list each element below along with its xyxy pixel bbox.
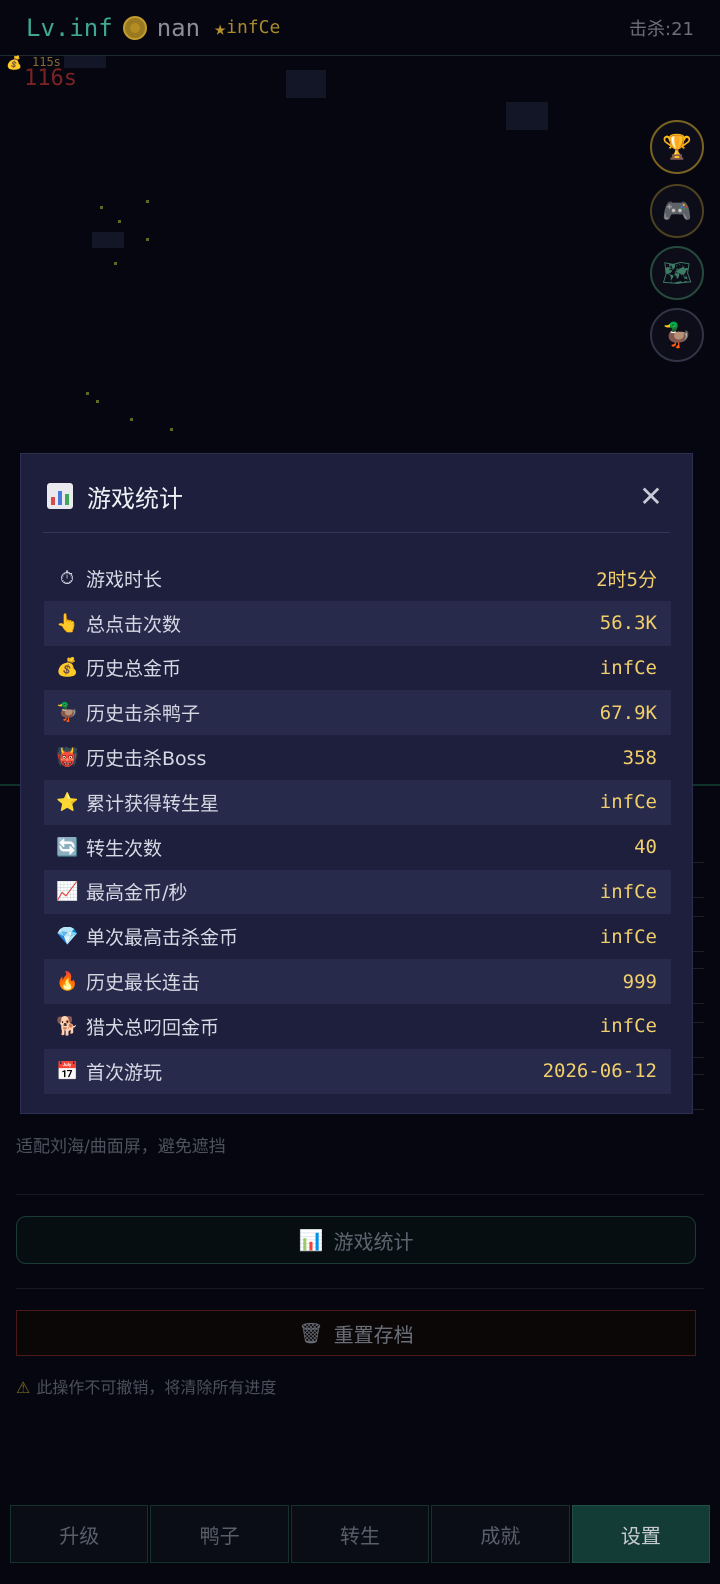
stat-row-longest-combo: 🔥 历史最长连击 999 — [44, 959, 671, 1004]
pointer-icon: 👆 — [56, 612, 79, 634]
stat-label: 累计获得转生星 — [86, 792, 220, 815]
stat-label: 最高金币/秒 — [86, 882, 188, 905]
stat-label: 历史总金币 — [86, 658, 182, 681]
reset-warning-text: 此操作不可撤销，将清除所有进度 — [36, 1378, 277, 1397]
stat-label: 单次最高击杀金币 — [86, 927, 239, 950]
stat-label: 游戏时长 — [86, 568, 163, 591]
stat-value: infCe — [599, 880, 657, 903]
stat-row-first-played: 📅 首次游玩 2026-06-12 — [44, 1048, 671, 1094]
stat-label: 历史最长连击 — [86, 972, 201, 995]
reset-save-button[interactable]: 🗑 重置存档 — [16, 1310, 696, 1356]
fire-icon: 🔥 — [56, 971, 79, 993]
stats-list: ⏱ 游戏时长 2时5分 👆 总点击次数 56.3K 💰 历史总金币 infCe … — [44, 556, 671, 1094]
reset-warning: ⚠ 此操作不可撤销，将清除所有进度 — [16, 1374, 276, 1398]
stat-value: infCe — [599, 925, 657, 948]
separator — [16, 1194, 704, 1195]
tab-ducks[interactable]: 鸭子 — [150, 1505, 289, 1563]
game-stats-button[interactable]: 📊 游戏统计 — [16, 1216, 696, 1264]
duck-icon: 🦆 — [56, 702, 79, 724]
stat-value: infCe — [599, 1015, 657, 1038]
cloud — [506, 102, 548, 130]
stat-value: 56.3K — [599, 612, 657, 635]
money-bag-icon: 💰 — [6, 56, 23, 71]
chart-icon: 📊 — [298, 1228, 324, 1252]
modal-divider — [43, 532, 670, 533]
stat-value: 999 — [622, 970, 657, 993]
stat-row-total-gold: 💰 历史总金币 infCe — [44, 646, 671, 691]
chart-up-icon: 📈 — [56, 881, 79, 903]
notch-hint: 适配刘海/曲面屏，避免遮挡 — [16, 1137, 226, 1157]
stat-row-max-gold-per-second: 📈 最高金币/秒 infCe — [44, 869, 671, 915]
stat-row-play-time: ⏱ 游戏时长 2时5分 — [44, 556, 671, 601]
stopwatch-icon: ⏱ — [59, 567, 75, 589]
stat-label: 猎犬总叼回金币 — [86, 1016, 220, 1039]
stat-value: 67.9K — [599, 701, 657, 724]
tab-upgrade[interactable]: 升级 — [10, 1505, 149, 1563]
gps-big-label: 116s — [24, 66, 77, 91]
stat-value: 2时5分 — [596, 568, 657, 591]
sparkle — [96, 400, 99, 403]
sparkle — [146, 200, 149, 203]
stat-value: 40 — [634, 836, 657, 859]
stat-row-rebirth-stars: ⭐ 累计获得转生星 infCe — [44, 779, 671, 825]
top-hud: Lv.inf nan ★ infCe 击杀:21 — [0, 0, 720, 56]
map-icon[interactable]: 🗺 — [650, 246, 704, 300]
stat-label: 总点击次数 — [86, 613, 182, 636]
gem-icon: 💎 — [56, 926, 79, 948]
cloud — [92, 232, 124, 248]
modal-header: 游戏统计 ✕ — [47, 478, 666, 514]
bar-chart-icon — [47, 483, 73, 509]
sparkle — [130, 418, 133, 421]
star-icon: ★ — [214, 15, 227, 40]
stat-row-ducks-killed: 🦆 历史击杀鸭子 67.9K — [44, 690, 671, 736]
ogre-icon: 👹 — [56, 747, 79, 769]
trophy-icon[interactable]: 🏆 — [650, 120, 704, 174]
sparkle — [170, 428, 173, 431]
dog-icon: 🐕 — [56, 1015, 79, 1037]
refresh-icon: 🔄 — [56, 836, 79, 858]
sparkle — [114, 262, 117, 265]
stat-value: infCe — [599, 791, 657, 814]
stat-value: 2026-06-12 — [542, 1060, 657, 1083]
sparkle — [86, 392, 89, 395]
star-icon: ⭐ — [56, 791, 79, 813]
tab-achievements[interactable]: 成就 — [431, 1505, 570, 1563]
cloud — [286, 70, 326, 98]
stat-row-hound-gold: 🐕 猎犬总叼回金币 infCe — [44, 1004, 671, 1049]
game-stats-modal: 游戏统计 ✕ ⏱ 游戏时长 2时5分 👆 总点击次数 56.3K 💰 历史总金币… — [20, 453, 693, 1114]
stat-value: 358 — [622, 746, 657, 769]
game-stats-button-label: 游戏统计 — [333, 1229, 414, 1254]
stat-label: 历史击杀鸭子 — [86, 703, 201, 726]
stat-row-rebirth-count: 🔄 转生次数 40 — [44, 825, 671, 870]
level-label: Lv.inf — [26, 13, 113, 42]
money-bag-icon: 💰 — [56, 657, 79, 679]
star-amount: infCe — [226, 17, 281, 38]
stat-row-max-kill-gold: 💎 单次最高击杀金币 infCe — [44, 914, 671, 959]
stat-value: infCe — [599, 656, 657, 679]
tab-rebirth[interactable]: 转生 — [290, 1505, 430, 1563]
stat-label: 转生次数 — [86, 837, 163, 860]
stat-row-total-clicks: 👆 总点击次数 56.3K — [44, 600, 671, 646]
warning-icon: ⚠ — [16, 1378, 31, 1397]
trash-icon: 🗑 — [298, 1321, 324, 1345]
stat-label: 首次游玩 — [86, 1061, 163, 1084]
duck-icon[interactable]: 🦆 — [650, 308, 704, 362]
coin-icon — [122, 15, 147, 40]
cloud — [64, 56, 106, 68]
close-icon[interactable]: ✕ — [636, 480, 666, 513]
stat-label: 历史击杀Boss — [86, 748, 207, 771]
reset-save-button-label: 重置存档 — [333, 1322, 414, 1347]
sparkle — [118, 220, 121, 223]
stat-row-bosses-killed: 👹 历史击杀Boss 358 — [44, 735, 671, 780]
modal-title: 游戏统计 — [87, 484, 183, 513]
sparkle — [100, 206, 103, 209]
gamepad-icon[interactable]: 🎮 — [650, 184, 704, 238]
gold-amount: nan — [156, 13, 201, 42]
separator — [16, 1288, 704, 1289]
kill-counter: 击杀:21 — [629, 18, 694, 40]
sparkle — [146, 238, 149, 241]
bottom-tab-bar: 升级 鸭子 转生 成就 设置 — [10, 1505, 711, 1563]
calendar-icon: 📅 — [56, 1060, 79, 1082]
tab-settings[interactable]: 设置 — [571, 1505, 711, 1563]
